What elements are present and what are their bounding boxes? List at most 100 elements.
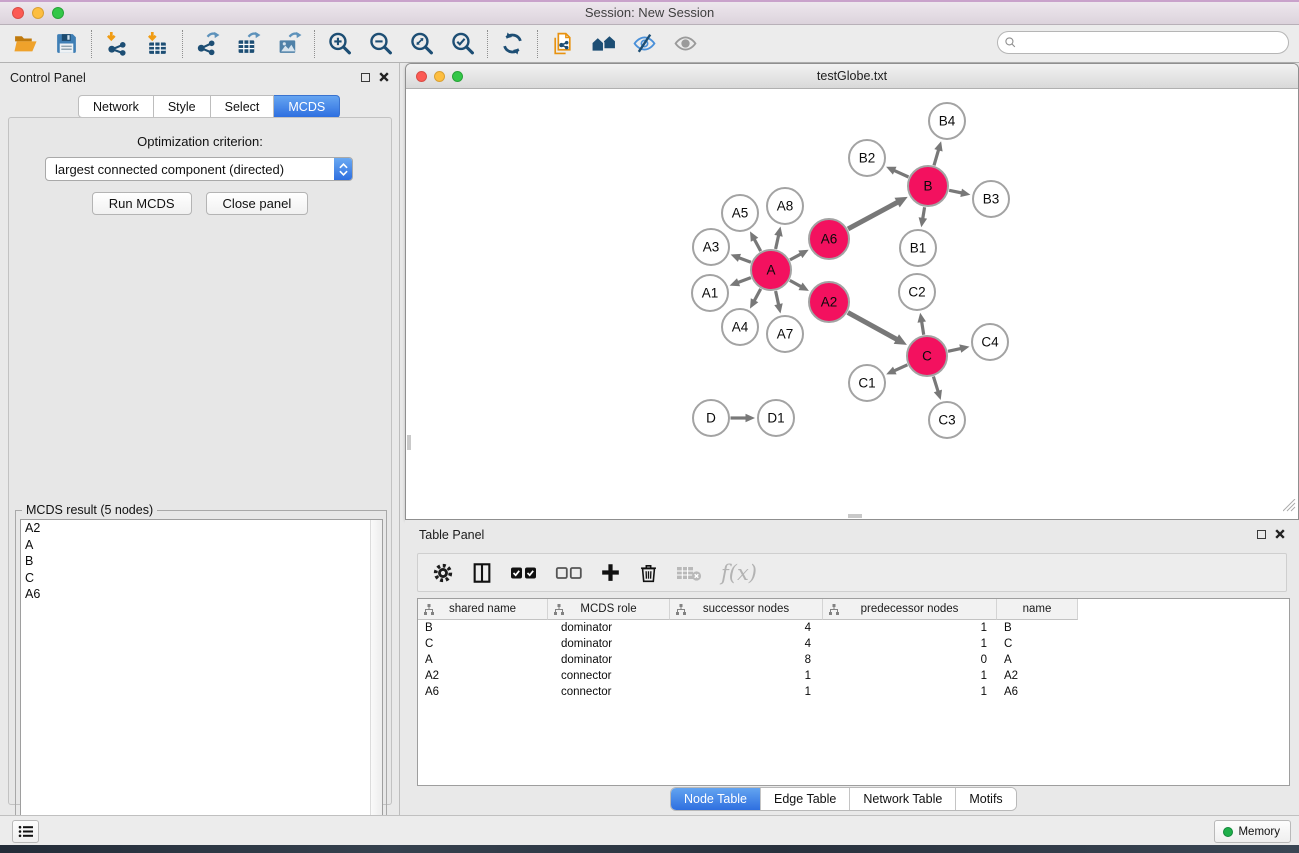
import-table-icon[interactable]	[144, 30, 171, 57]
tab-motifs[interactable]: Motifs	[955, 788, 1015, 810]
table-header-row: shared nameMCDS role successor nodes prede…	[418, 599, 1289, 620]
table-cell: A2	[997, 668, 1078, 684]
table-row[interactable]: Bdominator41B	[418, 620, 1289, 636]
table-row[interactable]: A2connector11A2	[418, 668, 1289, 684]
float-table-panel-icon[interactable]	[1257, 530, 1266, 539]
node-label-C2: C2	[908, 285, 925, 300]
tab-node-table[interactable]: Node Table	[671, 788, 760, 810]
edge-A-A8[interactable]	[776, 235, 779, 249]
window-titlebar: Session: New Session	[0, 0, 1299, 25]
select-all-icon[interactable]	[510, 561, 538, 585]
delete-table-icon[interactable]	[676, 561, 702, 585]
tab-edge-table[interactable]: Edge Table	[760, 788, 849, 810]
tab-select[interactable]: Select	[211, 95, 275, 118]
zoom-out-icon[interactable]	[367, 30, 394, 57]
edge-A-A5[interactable]	[754, 239, 761, 251]
memory-button[interactable]: Memory	[1214, 820, 1291, 843]
edge-B-B3[interactable]	[949, 190, 962, 193]
close-panel-button[interactable]: Close panel	[206, 192, 309, 215]
close-panel-icon[interactable]	[379, 72, 389, 82]
edge-A-A1[interactable]	[738, 278, 751, 283]
edge-C-C1[interactable]	[894, 365, 908, 371]
edge-C-C4[interactable]	[948, 348, 961, 351]
column-header-label: successor nodes	[703, 603, 789, 615]
tab-style[interactable]: Style	[154, 95, 211, 118]
new-network-icon[interactable]	[549, 30, 576, 57]
left-splitter-grip[interactable]	[407, 435, 411, 450]
edge-A-A3[interactable]	[739, 258, 751, 263]
table-cell: B	[418, 620, 548, 636]
column-header-MCDS-role[interactable]: MCDS role	[548, 599, 670, 620]
edge-C-C3[interactable]	[933, 377, 938, 392]
run-mcds-button[interactable]: Run MCDS	[92, 192, 192, 215]
table-row[interactable]: A6connector11A6	[418, 684, 1289, 700]
edge-A6-B[interactable]	[848, 202, 898, 229]
edge-A-A6[interactable]	[790, 254, 801, 260]
hide-graphics-details-icon[interactable]	[631, 30, 658, 57]
edge-A-A2[interactable]	[790, 280, 802, 286]
column-header-name[interactable]: name	[997, 599, 1078, 620]
edge-arrow-icon	[730, 278, 741, 286]
node-label-B: B	[923, 179, 932, 194]
search-input[interactable]	[997, 31, 1289, 54]
column-header-predecessor-nodes[interactable]: predecessor nodes	[823, 599, 997, 620]
toolbar-separator	[91, 30, 92, 58]
network-window-titlebar[interactable]: testGlobe.txt	[406, 64, 1298, 89]
task-history-button[interactable]	[12, 820, 39, 843]
export-image-icon[interactable]	[276, 30, 303, 57]
close-table-panel-icon[interactable]	[1275, 529, 1285, 539]
window-resize-grip[interactable]	[1283, 499, 1296, 517]
column-type-icon	[423, 603, 435, 619]
export-network-icon[interactable]	[194, 30, 221, 57]
zoom-in-icon[interactable]	[326, 30, 353, 57]
node-label-A2: A2	[821, 295, 838, 310]
control-panel-title: Control Panel	[10, 71, 86, 85]
result-list-item[interactable]: A6	[21, 586, 382, 603]
toolbar-separator	[537, 30, 538, 58]
network-canvas[interactable]: AA1A2A3A4A5A6A7A8BB1B2B3B4CC1C2C3C4DD1	[406, 89, 1298, 519]
import-network-icon[interactable]	[103, 30, 130, 57]
tab-mcds[interactable]: MCDS	[274, 95, 340, 118]
edge-A-A4[interactable]	[754, 289, 761, 301]
edge-B-B2[interactable]	[894, 170, 909, 177]
tab-network-table[interactable]: Network Table	[849, 788, 955, 810]
bottom-splitter-grip[interactable]	[848, 514, 862, 518]
edge-B-B1[interactable]	[923, 207, 925, 219]
edge-B-B4[interactable]	[934, 149, 939, 165]
add-column-icon[interactable]	[600, 561, 621, 585]
column-header-successor-nodes[interactable]: successor nodes	[670, 599, 823, 620]
refresh-layout-icon[interactable]	[499, 30, 526, 57]
float-panel-icon[interactable]	[361, 73, 370, 82]
show-graphics-details-icon[interactable]	[672, 30, 699, 57]
result-list-item[interactable]: B	[21, 553, 382, 570]
delete-column-icon[interactable]	[638, 561, 659, 585]
mcds-result-list[interactable]: A2ABCA6	[20, 519, 383, 847]
result-list-item[interactable]: A	[21, 537, 382, 554]
edge-C-C2[interactable]	[922, 321, 924, 335]
table-row[interactable]: Cdominator41C	[418, 636, 1289, 652]
table-toolbar: f(x)	[417, 553, 1287, 592]
settings-gear-icon[interactable]	[432, 561, 454, 585]
save-session-icon[interactable]	[53, 30, 80, 57]
result-list-scrollbar[interactable]	[370, 520, 382, 846]
control-panel: Control Panel NetworkStyleSelectMCDS Opt…	[0, 63, 400, 815]
edge-A-A7[interactable]	[776, 291, 779, 305]
function-builder-icon[interactable]: f(x)	[719, 561, 757, 585]
column-header-shared-name[interactable]: shared name	[418, 599, 548, 620]
deselect-all-icon[interactable]	[555, 561, 583, 585]
zoom-fit-icon[interactable]	[408, 30, 435, 57]
export-table-icon[interactable]	[235, 30, 262, 57]
search-icon	[1004, 36, 1017, 49]
result-list-item[interactable]: A2	[21, 520, 382, 537]
zoom-selected-icon[interactable]	[449, 30, 476, 57]
network-overview-icon[interactable]	[590, 30, 617, 57]
criterion-dropdown-value: largest connected component (directed)	[46, 162, 334, 177]
toggle-panel-icon[interactable]	[471, 561, 493, 585]
criterion-dropdown[interactable]: largest connected component (directed)	[45, 157, 353, 181]
table-row[interactable]: Adominator80A	[418, 652, 1289, 668]
application-window: Session: New Session Control Panel Netwo…	[0, 0, 1299, 853]
open-session-icon[interactable]	[12, 30, 39, 57]
tab-network[interactable]: Network	[78, 95, 154, 118]
edge-A2-C[interactable]	[848, 312, 897, 339]
result-list-item[interactable]: C	[21, 570, 382, 587]
